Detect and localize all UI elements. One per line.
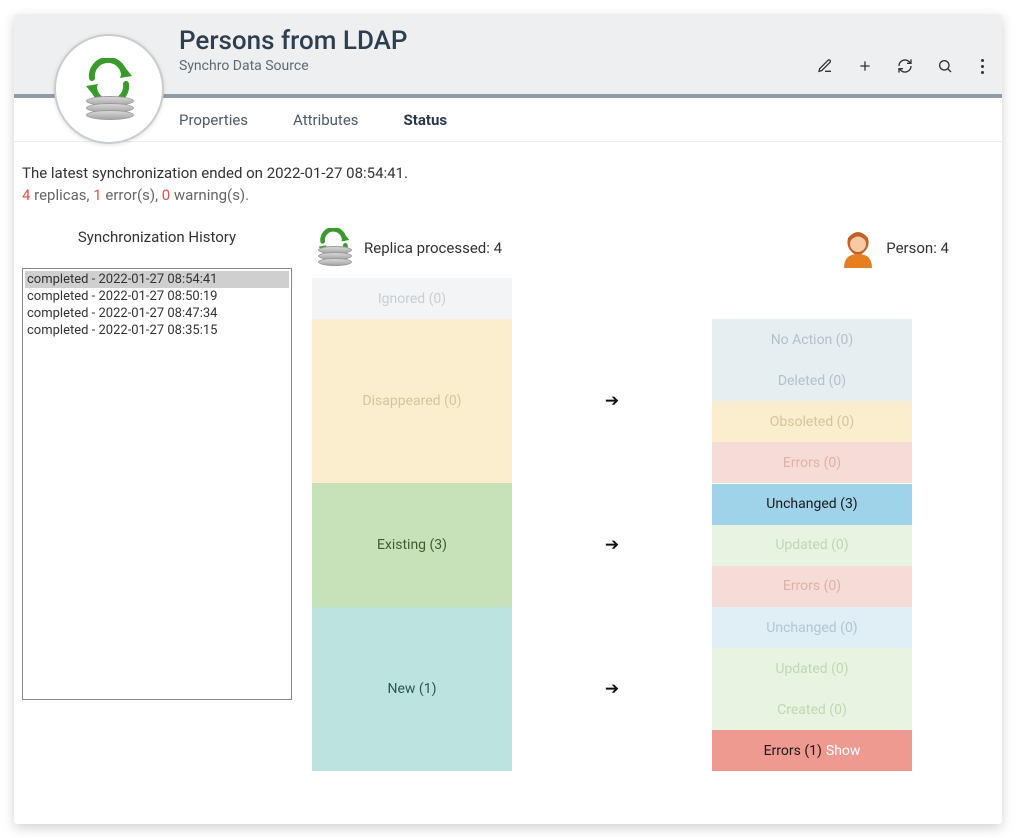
summary-line: The latest synchronization ended on 2022…: [22, 164, 994, 182]
arrow-icon: ➔: [512, 607, 712, 771]
warnings-count: 0: [162, 186, 170, 204]
cell-no-action: No Action (0): [712, 319, 912, 360]
page-subtitle: Synchro Data Source: [179, 58, 407, 74]
cell-errors-disappeared: Errors (0): [712, 442, 912, 483]
history-item[interactable]: completed - 2022-01-27 08:47:34: [25, 305, 289, 322]
arrow-icon: ➔: [512, 483, 712, 607]
person-icon: [838, 228, 878, 268]
cell-updated-existing: Updated (0): [712, 525, 912, 566]
cell-existing: Existing (3): [312, 483, 512, 607]
cell-deleted: Deleted (0): [712, 360, 912, 401]
sync-icon: [78, 58, 140, 120]
edit-icon[interactable]: [817, 58, 833, 74]
history-item[interactable]: completed - 2022-01-27 08:54:41: [25, 271, 289, 288]
tab-row: Properties Attributes Status: [14, 98, 1002, 142]
counts-line: 4 replicas, 1 error(s), 0 warning(s).: [22, 186, 994, 204]
replica-icon: [312, 228, 356, 268]
flow-diagram: Ignored (0) Disappeared (0) ➔ No Action …: [312, 278, 994, 771]
cell-updated-new: Updated (0): [712, 648, 912, 689]
cell-unchanged-new: Unchanged (0): [712, 607, 912, 648]
cell-unchanged-existing: Unchanged (3): [712, 484, 912, 525]
tab-properties[interactable]: Properties: [179, 111, 248, 129]
cell-ignored: Ignored (0): [312, 278, 512, 319]
cell-errors-new: Errors (1) Show: [712, 730, 912, 771]
arrow-icon: ➔: [512, 319, 712, 483]
tab-attributes[interactable]: Attributes: [293, 111, 359, 129]
more-icon[interactable]: [977, 59, 988, 74]
search-icon[interactable]: [937, 58, 953, 74]
history-item[interactable]: completed - 2022-01-27 08:35:15: [25, 322, 289, 339]
replica-header: Replica processed: 4: [364, 239, 502, 257]
cell-errors-existing: Errors (0): [712, 566, 912, 607]
cell-created-new: Created (0): [712, 689, 912, 730]
cell-disappeared: Disappeared (0): [312, 319, 512, 483]
add-icon[interactable]: [857, 58, 873, 74]
object-avatar: [54, 34, 164, 144]
errors-count: 1: [93, 186, 101, 204]
history-listbox[interactable]: completed - 2022-01-27 08:54:41 complete…: [22, 268, 292, 700]
history-item[interactable]: completed - 2022-01-27 08:50:19: [25, 288, 289, 305]
page-title: Persons from LDAP: [179, 26, 407, 56]
show-errors-link[interactable]: Show: [826, 743, 861, 759]
cell-new: New (1): [312, 607, 512, 771]
person-header: Person: 4: [886, 239, 949, 257]
history-title: Synchronization History: [22, 228, 292, 246]
cell-obsoleted: Obsoleted (0): [712, 401, 912, 442]
tab-status[interactable]: Status: [404, 111, 448, 129]
refresh-icon[interactable]: [897, 58, 913, 74]
